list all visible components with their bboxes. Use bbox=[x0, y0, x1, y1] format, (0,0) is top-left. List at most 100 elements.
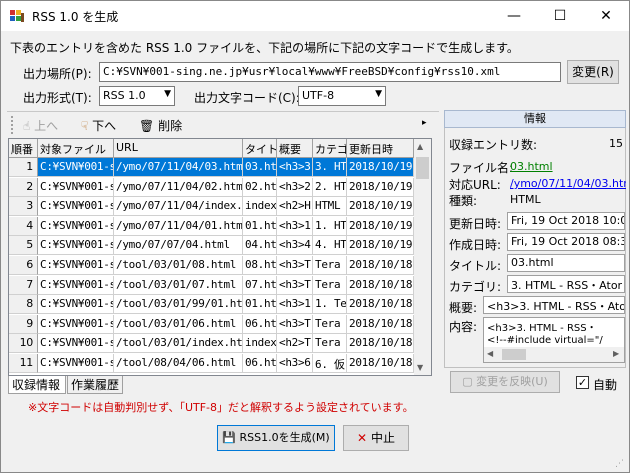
table-cell[interactable]: 2018/10/18 bbox=[347, 275, 414, 295]
table-cell[interactable]: 2018/10/18 bbox=[347, 314, 414, 334]
apply-changes-button[interactable]: ▢ 変更を反映(U) bbox=[450, 371, 560, 393]
title-field[interactable]: 03.html bbox=[507, 254, 625, 272]
content-field[interactable]: <h3>3. HTML - RSS・ <!--#include virtual=… bbox=[483, 317, 625, 363]
header-col-summary[interactable]: 概要 bbox=[277, 139, 313, 158]
table-cell[interactable]: <h3>3 bbox=[277, 158, 313, 177]
table-cell[interactable]: /tool/08/04/06.html bbox=[114, 354, 243, 373]
table-cell[interactable]: C:¥SVN¥001-s bbox=[38, 197, 114, 217]
output-format-select[interactable]: RSS 1.0 ▼ bbox=[99, 86, 175, 106]
scroll-down-icon[interactable]: ▼ bbox=[417, 363, 423, 372]
delete-button[interactable]: 🗑 削除 bbox=[139, 117, 182, 134]
table-cell[interactable]: <h3>T bbox=[277, 256, 313, 275]
table-cell[interactable]: C:¥SVN¥001-s bbox=[38, 158, 114, 177]
resize-grip-icon[interactable]: ⋰ bbox=[615, 459, 624, 469]
auto-checkbox[interactable]: ✓ bbox=[576, 376, 589, 389]
table-cell[interactable]: Tera T bbox=[313, 314, 347, 334]
table-cell[interactable]: 1. HT bbox=[313, 216, 347, 236]
table-cell[interactable]: C:¥SVN¥001-s bbox=[38, 295, 114, 315]
table-cell[interactable]: <h3>1 bbox=[277, 295, 313, 315]
scroll-thumb[interactable] bbox=[416, 157, 429, 179]
table-cell[interactable]: Tera T bbox=[313, 256, 347, 275]
maximize-button[interactable]: ☐ bbox=[537, 1, 583, 31]
row-number[interactable]: 5 bbox=[9, 236, 38, 256]
header-col-updated[interactable]: 更新日時 bbox=[347, 139, 414, 158]
table-cell[interactable]: 07.htm bbox=[243, 275, 277, 295]
header-col-title[interactable]: タイト bbox=[243, 139, 277, 158]
table-cell[interactable]: <h3>2 bbox=[277, 177, 313, 197]
row-number[interactable]: 11 bbox=[9, 354, 38, 373]
table-cell[interactable]: 2018/10/19 bbox=[347, 197, 414, 217]
table-cell[interactable]: 2018/10/18 bbox=[347, 295, 414, 315]
header-col-url[interactable]: URL bbox=[114, 139, 243, 158]
row-number[interactable]: 3 bbox=[9, 197, 38, 217]
row-number[interactable]: 6 bbox=[9, 256, 38, 275]
table-cell[interactable]: /ymo/07/11/04/index.ht bbox=[114, 197, 243, 217]
table-cell[interactable]: C:¥SVN¥001-s bbox=[38, 256, 114, 275]
table-cell[interactable]: 2018/10/19 bbox=[347, 236, 414, 256]
table-cell[interactable]: 2. HT bbox=[313, 177, 347, 197]
row-number[interactable]: 7 bbox=[9, 275, 38, 295]
content-horizontal-scrollbar[interactable]: ◀ ▶ bbox=[484, 347, 624, 362]
toolbar-overflow-icon[interactable]: ▸ bbox=[422, 118, 427, 128]
table-cell[interactable]: index. bbox=[243, 197, 277, 217]
row-number[interactable]: 10 bbox=[9, 334, 38, 354]
table-cell[interactable]: 2018/10/18 bbox=[347, 334, 414, 354]
close-button[interactable]: ✕ bbox=[583, 1, 629, 31]
tab-work-history[interactable]: 作業履歴 bbox=[67, 376, 123, 394]
table-cell[interactable]: 06.htm bbox=[243, 354, 277, 373]
table-cell[interactable]: C:¥SVN¥001-s bbox=[38, 236, 114, 256]
table-cell[interactable]: /ymo/07/11/04/01.html bbox=[114, 216, 243, 236]
table-cell[interactable]: C:¥SVN¥001-s bbox=[38, 177, 114, 197]
table-cell[interactable]: <h2>H bbox=[277, 197, 313, 217]
category-field[interactable]: 3. HTML - RSS・Ator bbox=[507, 275, 625, 293]
table-cell[interactable]: index. bbox=[243, 334, 277, 354]
table-cell[interactable]: 2018/10/19 bbox=[347, 216, 414, 236]
scroll-left-icon[interactable]: ◀ bbox=[487, 349, 493, 358]
updated-field[interactable]: Fri, 19 Oct 2018 10:02 bbox=[507, 212, 625, 230]
header-col-category[interactable]: カテゴ bbox=[313, 139, 347, 158]
tab-collected-info[interactable]: 収録情報 bbox=[8, 376, 66, 394]
scroll-thumb[interactable] bbox=[502, 349, 526, 360]
table-cell[interactable]: 01.htm bbox=[243, 295, 277, 315]
generate-rss-button[interactable]: 💾 RSS1.0を生成(M) bbox=[217, 425, 335, 451]
row-number[interactable]: 9 bbox=[9, 314, 38, 334]
table-cell[interactable]: 03.htm bbox=[243, 158, 277, 177]
table-cell[interactable]: 06.htm bbox=[243, 314, 277, 334]
entry-grid[interactable]: 順番 対象ファイル URL タイト 概要 カテゴ 更新日時 1 C:¥SVN¥001-s/ym… bbox=[8, 138, 432, 376]
table-cell[interactable]: /ymo/07/11/04/02.html bbox=[114, 177, 243, 197]
table-cell[interactable]: HTML bbox=[313, 197, 347, 217]
table-cell[interactable]: 2018/10/19 bbox=[347, 158, 414, 177]
move-down-button[interactable]: ☟ 下へ bbox=[81, 117, 116, 134]
url-link[interactable]: /ymo/07/11/04/03.htm bbox=[510, 177, 626, 190]
table-cell[interactable]: 6. 仮 bbox=[313, 354, 347, 373]
table-cell[interactable]: Tera T bbox=[313, 275, 347, 295]
change-location-button[interactable]: 変更(R) bbox=[567, 60, 619, 84]
title-bar[interactable]: RSS 1.0 を生成 — ☐ ✕ bbox=[1, 1, 629, 31]
table-cell[interactable]: Tera T bbox=[313, 334, 347, 354]
table-cell[interactable]: C:¥SVN¥001-s bbox=[38, 216, 114, 236]
table-cell[interactable]: <h2>T bbox=[277, 334, 313, 354]
table-cell[interactable]: C:¥SVN¥001-s bbox=[38, 354, 114, 373]
table-cell[interactable]: 2018/10/19 bbox=[347, 177, 414, 197]
row-number[interactable]: 1 bbox=[9, 158, 38, 177]
table-cell[interactable]: <h3>4 bbox=[277, 236, 313, 256]
grid-vertical-scrollbar[interactable]: ▲ ▼ bbox=[414, 139, 431, 375]
header-col-order[interactable]: 順番 bbox=[9, 139, 38, 158]
table-cell[interactable]: <h3>T bbox=[277, 314, 313, 334]
table-cell[interactable]: <h3>1 bbox=[277, 216, 313, 236]
table-cell[interactable]: <h3>T bbox=[277, 275, 313, 295]
table-cell[interactable]: 02.htm bbox=[243, 177, 277, 197]
table-cell[interactable]: 08.htm bbox=[243, 256, 277, 275]
scroll-up-icon[interactable]: ▲ bbox=[417, 142, 423, 151]
move-up-button[interactable]: ☝ 上へ bbox=[23, 117, 58, 134]
scroll-right-icon[interactable]: ▶ bbox=[613, 349, 619, 358]
table-cell[interactable]: /tool/03/01/99/01.html bbox=[114, 295, 243, 315]
table-cell[interactable]: <h3>6 bbox=[277, 354, 313, 373]
minimize-button[interactable]: — bbox=[491, 1, 537, 31]
table-cell[interactable]: C:¥SVN¥001-s bbox=[38, 334, 114, 354]
table-cell[interactable]: /tool/03/01/08.html bbox=[114, 256, 243, 275]
table-cell[interactable]: /tool/03/01/index.html bbox=[114, 334, 243, 354]
table-cell[interactable]: /ymo/07/11/04/03.html bbox=[114, 158, 243, 177]
table-cell[interactable]: C:¥SVN¥001-s bbox=[38, 314, 114, 334]
created-field[interactable]: Fri, 19 Oct 2018 08:35 bbox=[507, 233, 625, 251]
